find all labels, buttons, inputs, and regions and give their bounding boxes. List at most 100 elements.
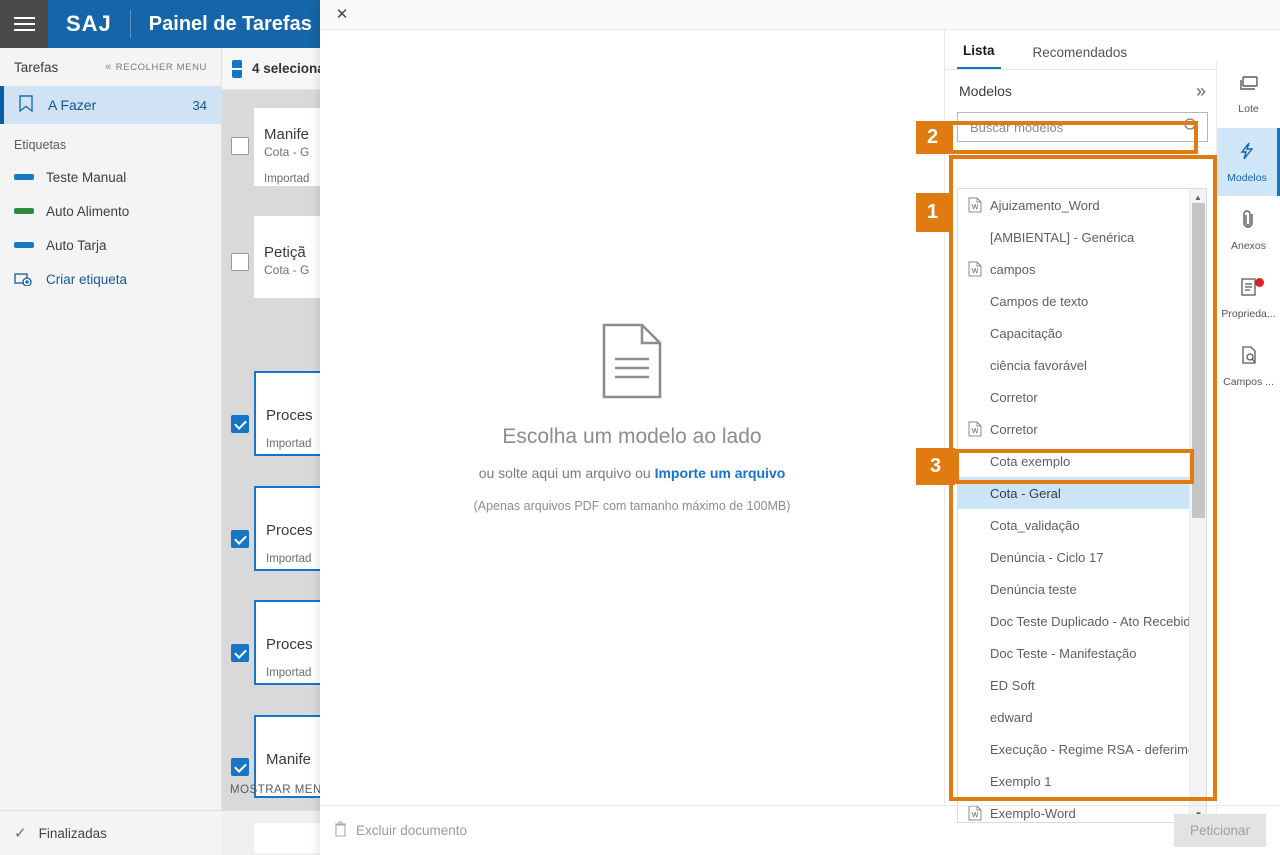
word-document-icon: W: [968, 261, 982, 277]
template-list-item[interactable]: WCota_validação: [958, 509, 1190, 541]
template-list-item[interactable]: WDoc Teste Duplicado - Ato Recebido: [958, 605, 1190, 637]
sidebar: Tarefas « RECOLHER MENU A Fazer 34 Etiqu…: [0, 48, 222, 855]
brand-logo: SAJ: [66, 11, 112, 36]
template-list-item[interactable]: W[AMBIENTAL] - Genérica: [958, 221, 1190, 253]
trash-icon: [334, 821, 347, 840]
tag-color-swatch: [14, 174, 34, 180]
template-item-label: Doc Teste - Manifestação: [990, 645, 1137, 661]
sidebar-header-label: Tarefas: [14, 59, 59, 75]
sidebar-tag-auto-alimento[interactable]: Auto Alimento: [0, 194, 221, 228]
right-icon-rail: Lote Modelos Anexos Proprieda... Campos …: [1216, 60, 1280, 835]
tab-recomendados[interactable]: Recomendados: [1027, 45, 1134, 69]
template-item-label: Doc Teste Duplicado - Ato Recebido: [990, 613, 1190, 629]
templates-search-wrap: [945, 112, 1220, 142]
rail-item-anexos[interactable]: Anexos: [1217, 196, 1280, 264]
template-list-item[interactable]: Wedward: [958, 701, 1190, 733]
delete-document-button[interactable]: Excluir documento: [334, 821, 467, 840]
paperclip-icon: [1241, 209, 1257, 234]
template-list-item[interactable]: WCota exemplo: [958, 445, 1190, 477]
svg-text:W: W: [972, 204, 979, 211]
annotation-badge-1: 1: [916, 193, 949, 232]
modal-header: ✕: [320, 0, 1280, 30]
close-icon[interactable]: ✕: [332, 5, 352, 25]
templates-title-row: Modelos »: [945, 70, 1220, 112]
dropzone-note: (Apenas arquivos PDF com tamanho máximo …: [473, 498, 791, 513]
templates-panel: Lista Recomendados Modelos » Buscar mode…: [945, 30, 1220, 823]
template-list-item[interactable]: WDoc Teste - Manifestação: [958, 637, 1190, 669]
notification-badge: [1255, 278, 1264, 287]
template-list-item[interactable]: WDenúncia teste: [958, 573, 1190, 605]
create-tag-button[interactable]: Criar etiqueta: [0, 262, 221, 296]
collapse-menu-label: RECOLHER MENU: [115, 61, 207, 73]
rail-item-propriedades[interactable]: Proprieda...: [1217, 264, 1280, 332]
task-checkbox[interactable]: [231, 415, 249, 433]
hamburger-icon[interactable]: [0, 0, 48, 48]
select-all-checkbox[interactable]: [232, 59, 242, 78]
word-document-icon: W: [968, 197, 982, 213]
template-list-item[interactable]: WDenúncia - Ciclo 17: [958, 541, 1190, 573]
dropzone-subtitle: ou solte aqui um arquivo ou Importe um a…: [479, 465, 786, 481]
templates-tabs: Lista Recomendados: [945, 30, 1220, 70]
page-title: Painel de Tarefas: [148, 12, 312, 35]
template-item-label: edward: [990, 709, 1033, 725]
template-item-label: Execução - Regime RSA - deferimen...: [990, 741, 1190, 757]
tag-color-swatch: [14, 208, 34, 214]
document-dropzone[interactable]: Escolha um modelo ao lado ou solte aqui …: [320, 30, 945, 805]
search-icon[interactable]: [1183, 117, 1199, 138]
scrollbar-thumb[interactable]: [1192, 203, 1205, 518]
show-less-button[interactable]: MOSTRAR MENOS: [222, 770, 339, 810]
search-input[interactable]: [968, 118, 1183, 136]
batch-icon: [1238, 74, 1260, 97]
tag-label: Auto Tarja: [46, 237, 107, 253]
template-list-item-selected[interactable]: WCota - Geral: [958, 477, 1190, 509]
template-list-item[interactable]: W Ajuizamento_Word: [958, 189, 1190, 221]
template-item-label: ciência favorável: [990, 357, 1087, 373]
template-item-label: Corretor: [990, 389, 1038, 405]
task-list-header: 4 selecionad: [222, 48, 333, 90]
rail-item-campos[interactable]: Campos ...: [1217, 332, 1280, 400]
template-item-label: Denúncia - Ciclo 17: [990, 549, 1104, 565]
check-icon: ✓: [14, 825, 27, 842]
task-checkbox[interactable]: [231, 530, 249, 548]
template-item-label: Corretor: [990, 421, 1038, 437]
sidebar-item-a-fazer[interactable]: A Fazer 34: [0, 86, 221, 124]
rail-item-lote[interactable]: Lote: [1217, 60, 1280, 128]
collapse-menu-button[interactable]: « RECOLHER MENU: [105, 61, 207, 73]
template-item-label: Cota_validação: [990, 517, 1080, 533]
tag-color-swatch: [14, 242, 34, 248]
word-document-icon: W: [968, 421, 982, 437]
dropzone-title: Escolha um modelo ao lado: [502, 424, 762, 448]
templates-scrollbar[interactable]: ▲ ▼: [1189, 189, 1206, 822]
tab-lista[interactable]: Lista: [957, 43, 1001, 69]
template-item-label: Campos de texto: [990, 293, 1089, 309]
search-box[interactable]: [957, 112, 1208, 142]
sidebar-tag-auto-tarja[interactable]: Auto Tarja: [0, 228, 221, 262]
delete-document-label: Excluir documento: [356, 823, 468, 838]
chevron-double-left-icon: «: [105, 61, 112, 73]
template-list-item[interactable]: WExecução - Regime RSA - deferimen...: [958, 733, 1190, 765]
sidebar-item-finalizadas[interactable]: ✓ Finalizadas: [0, 810, 222, 855]
chevron-double-right-icon[interactable]: »: [1196, 82, 1206, 100]
dropzone-subtitle-prefix: ou solte aqui um arquivo ou: [478, 464, 655, 481]
task-checkbox[interactable]: [231, 644, 249, 662]
rail-item-label: Anexos: [1230, 239, 1267, 252]
template-list-item[interactable]: WCampos de texto: [958, 285, 1190, 317]
bookmark-icon: [18, 94, 34, 116]
template-list-item[interactable]: WED Soft: [958, 669, 1190, 701]
rail-item-modelos[interactable]: Modelos: [1217, 128, 1280, 196]
create-tag-label: Criar etiqueta: [46, 271, 128, 287]
template-item-label: Cota exemplo: [990, 453, 1071, 469]
import-file-link[interactable]: Importe um arquivo: [655, 465, 786, 481]
sidebar-tag-teste-manual[interactable]: Teste Manual: [0, 160, 221, 194]
template-list-item[interactable]: Wciência favorável: [958, 349, 1190, 381]
template-item-label: Capacitação: [990, 325, 1063, 341]
peticionar-button[interactable]: Peticionar: [1173, 814, 1266, 847]
template-list-item[interactable]: WCorretor: [958, 381, 1190, 413]
template-list-item[interactable]: Wcampos: [958, 253, 1190, 285]
template-list-item[interactable]: W Corretor: [958, 413, 1190, 445]
template-list-item[interactable]: WCapacitação: [958, 317, 1190, 349]
template-list-item[interactable]: WExemplo 1: [958, 765, 1190, 797]
template-item-label: campos: [990, 261, 1036, 277]
task-checkbox[interactable]: [231, 253, 249, 271]
task-checkbox[interactable]: [231, 137, 249, 155]
